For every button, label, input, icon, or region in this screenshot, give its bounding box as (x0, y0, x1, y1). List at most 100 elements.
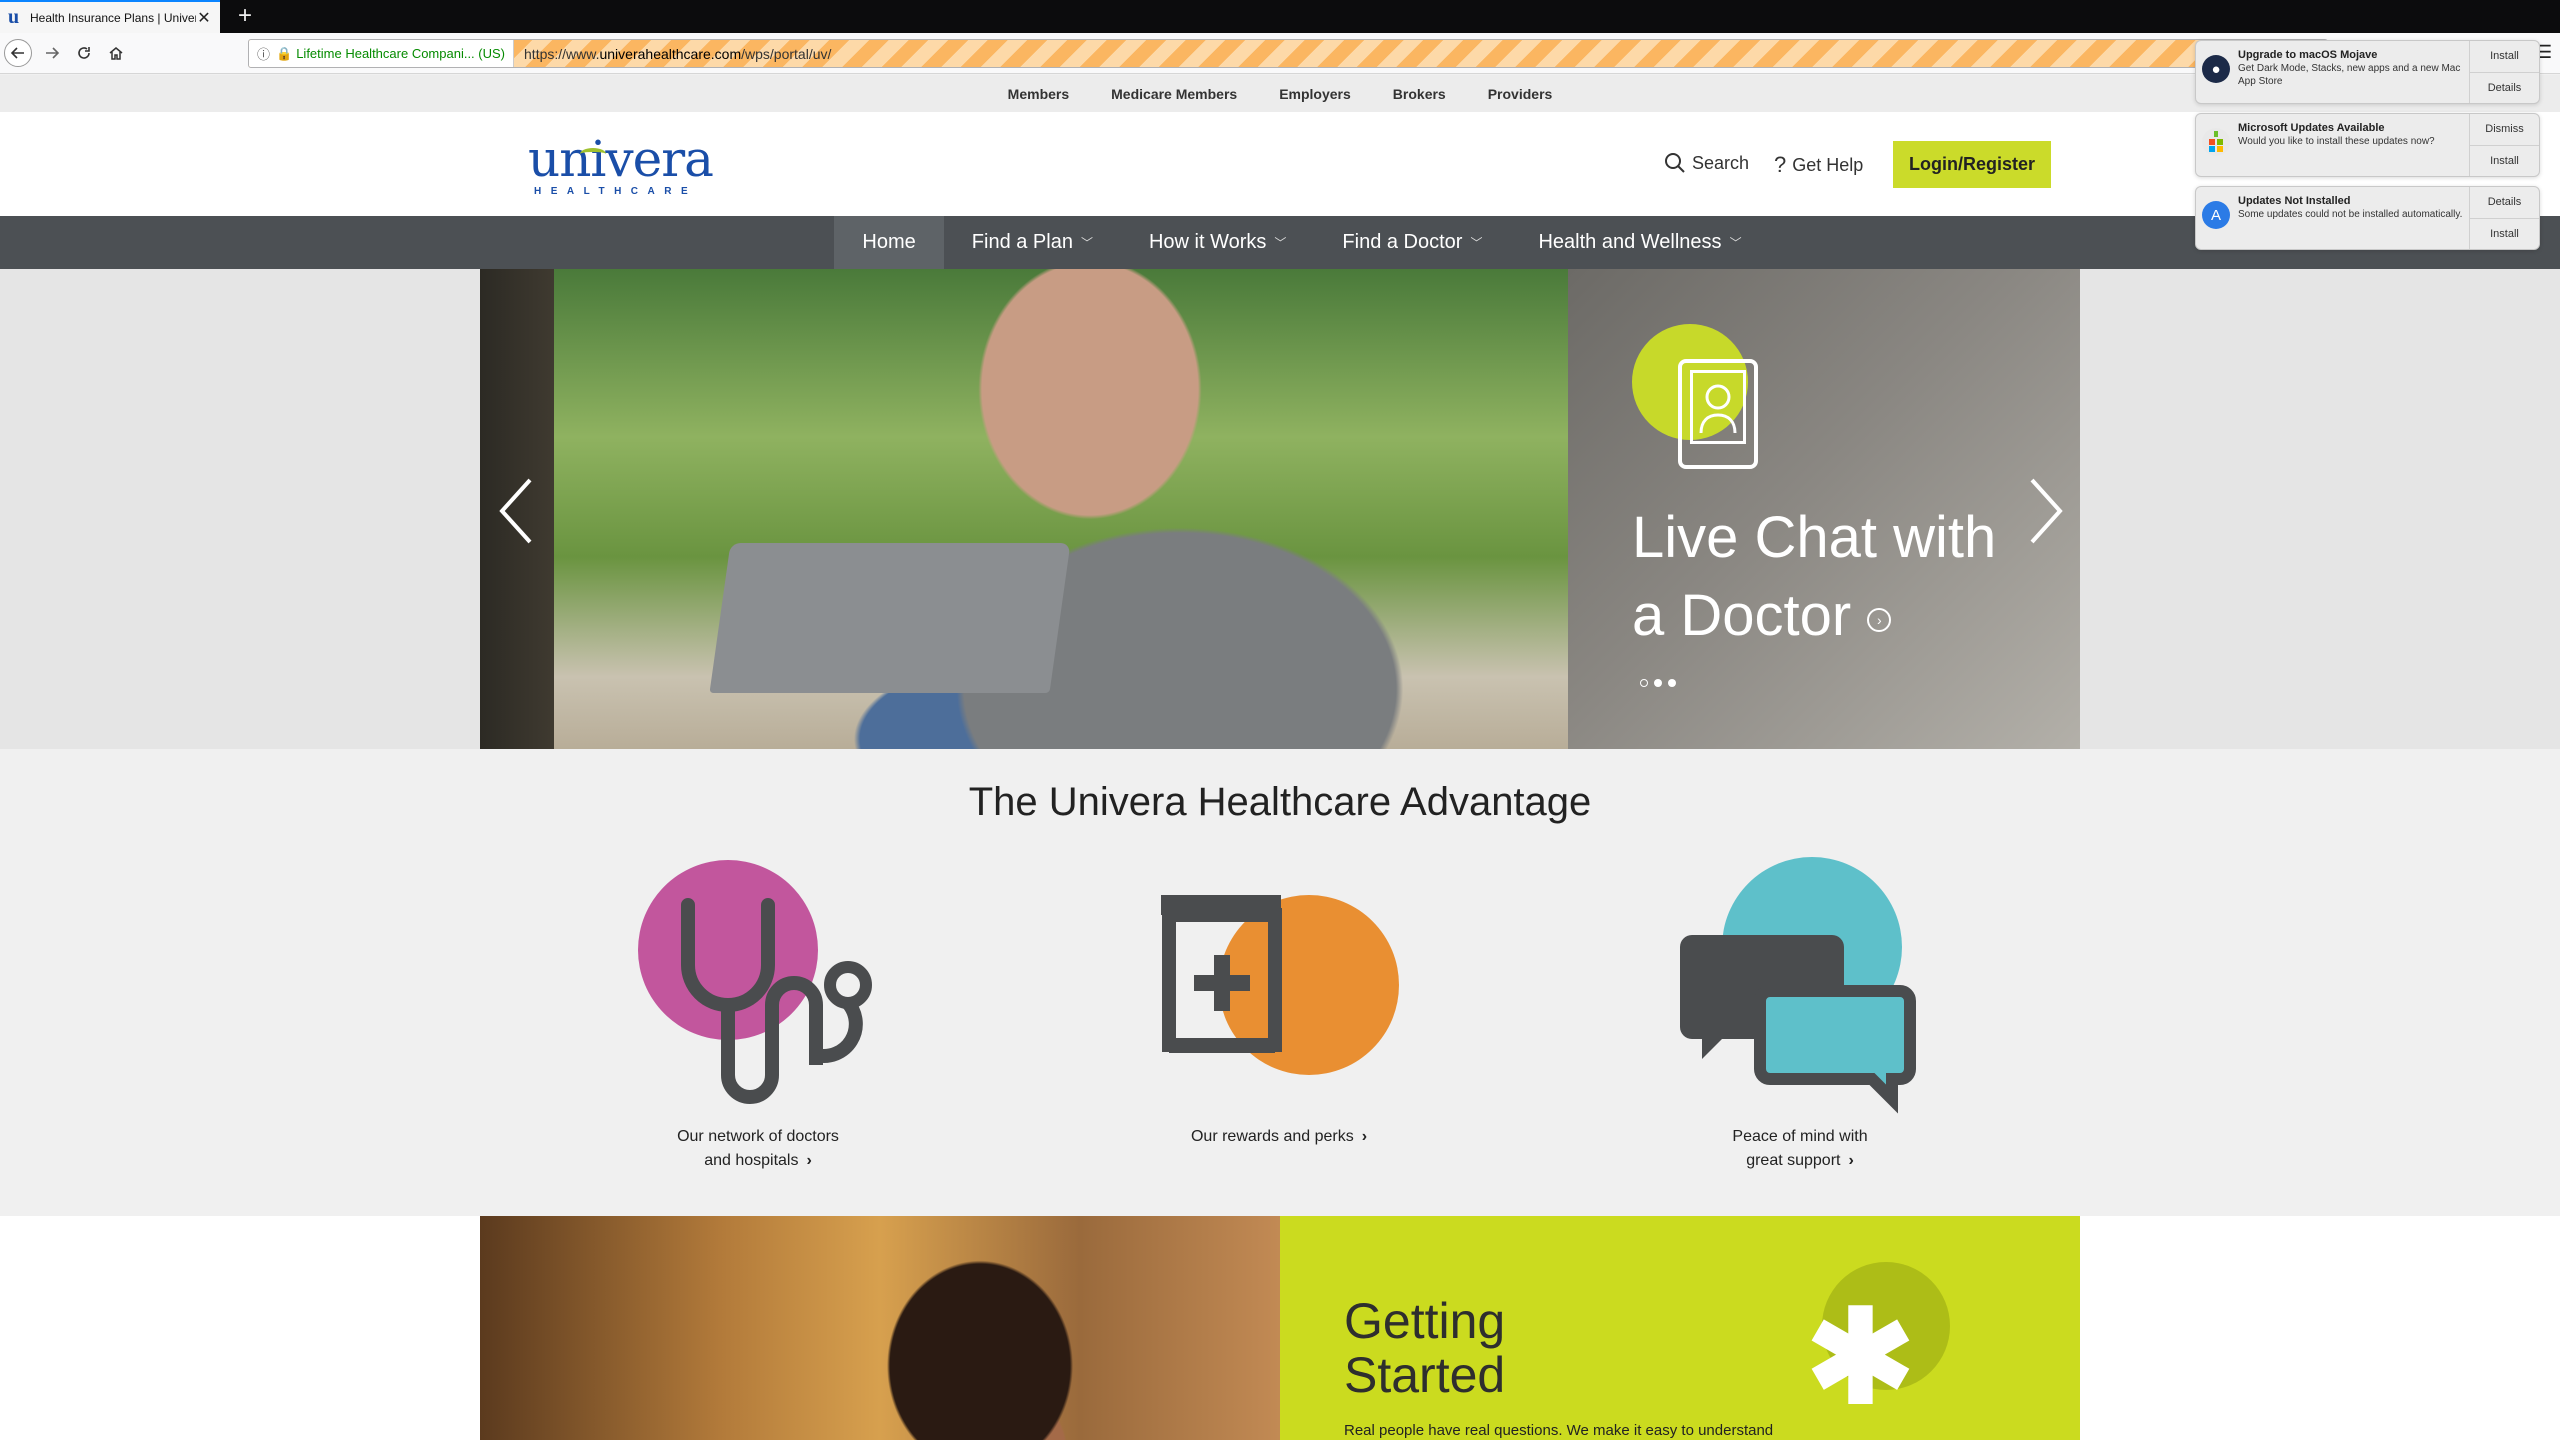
question-mark-icon: ? (1774, 152, 1787, 177)
getting-started-photo-woman (480, 1216, 1280, 1440)
home-button[interactable] (102, 39, 130, 67)
notification-microsoft-updates[interactable]: Microsoft Updates Available Would you li… (2195, 113, 2540, 177)
carousel-dot[interactable] (1668, 679, 1676, 687)
getting-started-title: Getting Started (1344, 1294, 1505, 1402)
url-prefix: https://www. (524, 45, 600, 62)
chevron-down-icon: ﹀ (1729, 236, 1742, 250)
logo-wordmark: univera (528, 130, 714, 188)
notification-details-button[interactable]: Details (2470, 71, 2539, 104)
chevron-down-icon: ﹀ (1470, 236, 1483, 250)
univera-favicon-icon: u (8, 6, 20, 28)
utility-link-providers[interactable]: Providers (1488, 86, 1553, 102)
notification-title: Upgrade to macOS Mojave (2238, 49, 2378, 61)
nav-item-home[interactable]: Home (834, 216, 944, 269)
logo-arc-mark (580, 148, 606, 160)
new-tab-button[interactable]: + (232, 2, 258, 30)
browser-toolbar: ⓘ 🔒 Lifetime Healthcare Compani... (US) … (0, 33, 2560, 74)
hero-photo-man-with-laptop (480, 269, 1568, 749)
photo-laptop (709, 543, 1071, 693)
url-bar[interactable]: ⓘ 🔒 Lifetime Healthcare Compani... (US) … (248, 39, 2328, 68)
notification-title: Microsoft Updates Available (2238, 122, 2385, 134)
notification-install-button[interactable]: Install (2470, 41, 2539, 72)
browser-tab[interactable]: u Health Insurance Plans | Univer ✕ (0, 0, 220, 33)
url-text[interactable]: https://www.univerahealthcare.com/wps/po… (524, 46, 831, 62)
feature-support[interactable]: Peace of mind with great support › (1620, 855, 1980, 1175)
reload-button[interactable] (70, 39, 98, 67)
notification-text: Get Dark Mode, Stacks, new apps and a ne… (2238, 63, 2461, 87)
carousel-next-button[interactable] (2026, 476, 2066, 560)
person-icon (1690, 370, 1746, 444)
feature-label[interactable]: Peace of mind with great support › (1620, 1125, 1980, 1173)
nav-item-find-a-doctor[interactable]: Find a Doctor ﹀ (1314, 216, 1510, 269)
back-button[interactable] (4, 39, 32, 67)
medicine-bottle-icon (1161, 895, 1399, 1075)
chat-bubbles-icon (1680, 857, 1916, 1114)
nav-item-label: Home (862, 231, 916, 253)
forward-button[interactable] (38, 39, 66, 67)
utility-link-employers[interactable]: Employers (1279, 86, 1351, 102)
info-icon[interactable]: ⓘ (257, 44, 270, 63)
univera-logo[interactable]: univera HEALTHCARE (528, 130, 714, 204)
browser-tab-bar: u Health Insurance Plans | Univer ✕ + (0, 0, 2560, 33)
app-store-icon: A (2202, 201, 2230, 229)
chevron-right-icon: › (1848, 1152, 1854, 1169)
search-link[interactable]: Search (1664, 152, 1749, 174)
login-register-button[interactable]: Login/Register (1893, 141, 2051, 188)
chevron-down-icon: ﹀ (1274, 236, 1287, 250)
feature-rewards[interactable]: Our rewards and perks › (1099, 855, 1459, 1175)
utility-link-members[interactable]: Members (1008, 86, 1069, 102)
feature-label-line1: Our rewards and perks (1190, 1128, 1354, 1145)
site-identity[interactable]: ⓘ 🔒 Lifetime Healthcare Compani... (US) (249, 40, 515, 67)
chevron-right-icon: › (1361, 1128, 1368, 1145)
hero-title-line2: a Doctor (1632, 583, 1852, 648)
feature-label[interactable]: Our rewards and perks › (1099, 1125, 1459, 1149)
microsoft-update-icon (2202, 128, 2230, 156)
doctor-silhouette-icon (1699, 384, 1737, 434)
asterisk-icon: ✱ (1806, 1284, 1915, 1430)
forward-arrow-icon (46, 47, 60, 59)
url-domain: univerahealthcare.com (599, 45, 742, 62)
notification-text: Would you like to install these updates … (2238, 136, 2435, 147)
feature-label[interactable]: Our network of doctors and hospitals › (578, 1125, 938, 1173)
lock-icon: 🔒 (276, 45, 293, 61)
logo-subtitle: HEALTHCARE (534, 186, 698, 197)
site-identity-label: Lifetime Healthcare Compani... (US) (296, 46, 506, 61)
utility-link-medicare-members[interactable]: Medicare Members (1111, 86, 1237, 102)
feature-network[interactable]: Our network of doctors and hospitals › (578, 855, 938, 1175)
carousel-dot[interactable] (1654, 679, 1662, 687)
notification-updates-not-installed[interactable]: A Updates Not Installed Some updates cou… (2195, 186, 2540, 250)
main-nav: Home Find a Plan ﹀ How it Works ﹀ Find a D… (0, 216, 2560, 269)
home-icon (109, 47, 123, 60)
notification-dismiss-button[interactable]: Dismiss (2470, 114, 2539, 145)
hero-panel[interactable]: Live Chat with a Doctor › (1568, 269, 2080, 749)
reload-icon (78, 47, 90, 59)
hero-carousel: Live Chat with a Doctor › (480, 269, 2080, 749)
search-icon (1665, 153, 1685, 173)
get-help-link[interactable]: ? Get Help (1774, 152, 1863, 178)
nav-item-label: Find a Doctor (1342, 231, 1463, 253)
utility-link-brokers[interactable]: Brokers (1393, 86, 1446, 102)
feature-label-line2: and hospitals (704, 1152, 799, 1169)
notification-macos-mojave[interactable]: ● Upgrade to macOS Mojave Get Dark Mode,… (2195, 40, 2540, 104)
nav-item-find-a-plan[interactable]: Find a Plan ﹀ (944, 216, 1121, 269)
feature-label-line1: Our network of doctors (677, 1128, 839, 1145)
carousel-prev-button[interactable] (496, 476, 536, 560)
notification-install-button[interactable]: Install (2470, 144, 2539, 177)
nav-item-health-and-wellness[interactable]: Health and Wellness ﹀ (1510, 216, 1769, 269)
carousel-dots (1640, 679, 1676, 687)
feature-label-line2: great support (1746, 1152, 1841, 1169)
hero-title[interactable]: Live Chat with a Doctor › (1632, 499, 2062, 655)
nav-item-label: Find a Plan (971, 231, 1073, 253)
chevron-down-icon: ﹀ (1080, 236, 1093, 250)
macos-icon: ● (2202, 55, 2230, 83)
carousel-dot[interactable] (1640, 679, 1648, 687)
notification-details-button[interactable]: Details (2470, 187, 2539, 218)
getting-started-title-line1: Getting (1344, 1293, 1506, 1349)
chevron-right-icon (2030, 478, 2063, 544)
nav-item-label: How it Works (1148, 231, 1267, 253)
notification-install-button[interactable]: Install (2470, 217, 2539, 250)
nav-item-how-it-works[interactable]: How it Works ﹀ (1121, 216, 1314, 269)
circle-arrow-icon[interactable]: › (1867, 607, 1892, 632)
close-tab-icon[interactable]: ✕ (196, 8, 212, 28)
utility-nav: Members Medicare Members Employers Broke… (0, 75, 2560, 112)
